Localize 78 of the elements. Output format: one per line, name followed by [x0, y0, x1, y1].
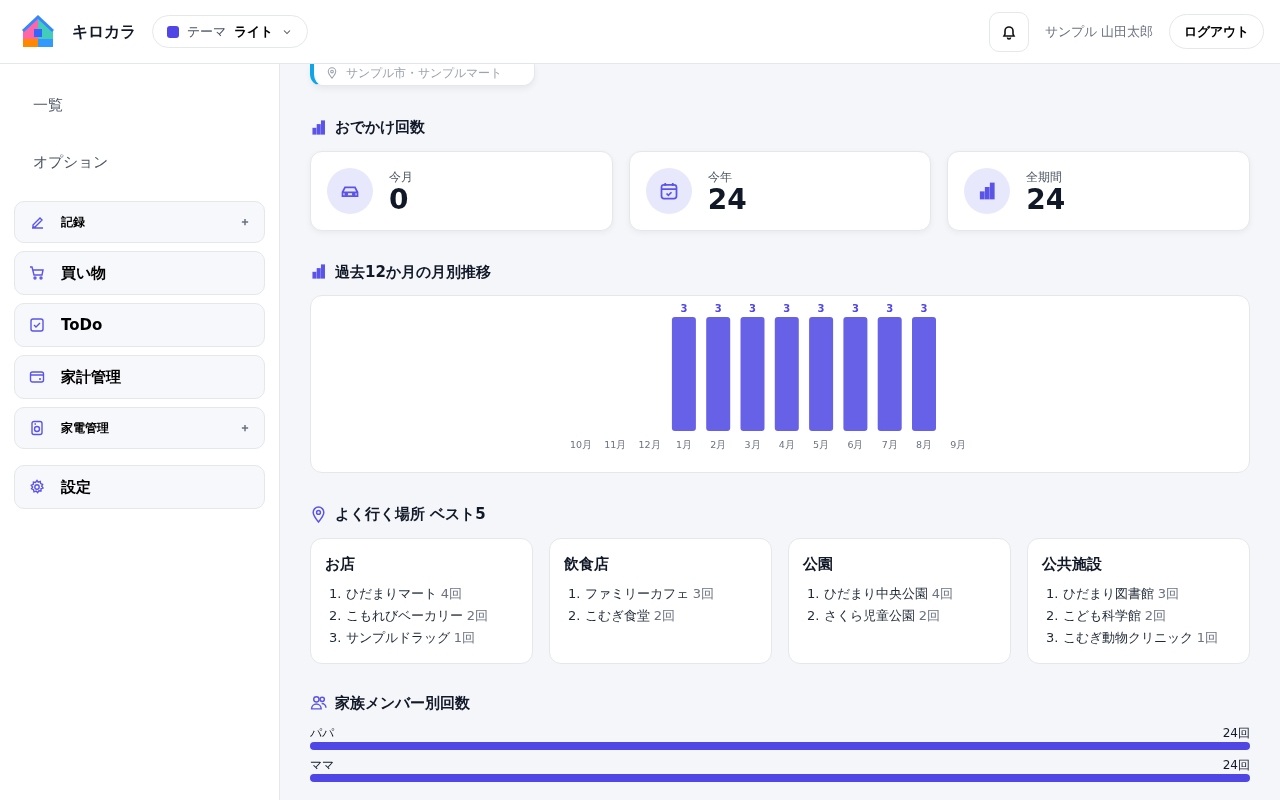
card-title: 公共施設: [1042, 553, 1103, 575]
place-entry: 1. ひだまり中央公園 4回: [807, 585, 954, 603]
bar-value-label: 3: [680, 303, 688, 314]
calendar-icon: [658, 180, 679, 201]
card-title: 飲食店: [564, 553, 610, 575]
bar-value-label: 3: [714, 303, 722, 314]
app-title: キロカラ: [72, 20, 136, 43]
place-entry: 3. こむぎ動物クリニック 1回: [1046, 629, 1219, 647]
nav-link[interactable]: 一覧: [14, 88, 82, 123]
location-pin-icon: [326, 66, 338, 79]
bar-chart-icon: [310, 263, 327, 281]
place-entry: 1. ひだまりマート 4回: [329, 585, 463, 603]
nav-link[interactable]: オプション: [14, 144, 127, 179]
axis-label: 7月: [881, 439, 898, 450]
section-title: 過去12か月の月別推移: [335, 261, 491, 283]
place-entry: 1. ひだまり図書館 3回: [1046, 585, 1180, 603]
place-entry: 2. こもれびベーカリー 2回: [329, 607, 489, 625]
member-count: 24回: [1222, 757, 1250, 774]
bar-value-label: 3: [817, 303, 825, 314]
place-entry: 2. さくら児童公園 2回: [807, 607, 941, 625]
logout-button[interactable]: ログアウト: [1169, 13, 1264, 50]
axis-label: 9月: [950, 439, 967, 450]
axis-label: 10月: [569, 439, 593, 450]
bar-value-label: 3: [886, 303, 894, 314]
member-count: 24回: [1222, 725, 1250, 742]
bar-value-label: 3: [749, 303, 756, 314]
axis-label: 11月: [604, 439, 627, 450]
sidebar-item[interactable]: 設定: [14, 465, 265, 509]
axis-label: 5月: [813, 439, 830, 450]
notification-button[interactable]: [988, 11, 1029, 52]
card-title: お店: [325, 553, 356, 575]
sidebar-item[interactable]: 家電管理: [14, 407, 265, 449]
sidebar-item[interactable]: ToDo: [14, 303, 265, 347]
bell-icon: [1000, 23, 1017, 40]
logo-icon: [20, 13, 56, 50]
stat-value: 24: [1026, 185, 1066, 214]
member-name: ママ: [310, 757, 334, 774]
stat-value: 24: [707, 185, 747, 214]
stat-label: 今年: [707, 168, 733, 186]
axis-label: 1月: [675, 439, 692, 450]
bar-value-label: 3: [920, 303, 928, 314]
axis-label: 8月: [916, 439, 932, 450]
axis-label: 12月: [638, 439, 661, 450]
axis-label: 2月: [710, 439, 727, 450]
section-title: おでかけ回数: [335, 117, 425, 138]
stat-label: 今月: [389, 168, 413, 186]
section-title: 家族メンバー別回数: [335, 692, 470, 714]
people-icon: [310, 694, 327, 712]
settings-icon: [29, 479, 45, 495]
section-title: よく行く場所 ベスト5: [335, 504, 486, 525]
sidebar-item[interactable]: 記録: [14, 201, 265, 243]
card-title: 公園: [803, 553, 834, 575]
sidebar-item[interactable]: 買い物: [14, 251, 265, 295]
place-entry: 2. こむぎ食堂 2回: [568, 607, 676, 625]
washing-machine-icon: [29, 420, 45, 436]
bar-chart-icon: [310, 118, 327, 136]
stat-label: 全期間: [1026, 168, 1064, 186]
bar-value-label: 3: [783, 303, 791, 314]
sidebar-item[interactable]: 家計管理: [14, 355, 265, 399]
user-name: サンプル 山田太郎: [1044, 22, 1153, 41]
location-text: サンプル市・サンプルマート: [346, 64, 502, 82]
place-entry: 3. サンプルドラッグ 1回: [329, 629, 476, 647]
theme-selector[interactable]: テーマ ライト: [152, 14, 308, 49]
cart-icon: [29, 265, 45, 281]
place-entry: 1. ファミリーカフェ 3回: [568, 585, 715, 603]
place-entry: 2. こども科学館 2回: [1046, 607, 1167, 625]
wallet-icon: [29, 369, 45, 385]
axis-label: 3月: [744, 439, 761, 450]
bar-chart-icon: [977, 180, 998, 201]
plus-icon: [240, 423, 250, 433]
axis-label: 4月: [778, 439, 795, 450]
location-pin-icon: [310, 505, 327, 523]
bar-value-label: 3: [851, 303, 859, 314]
plus-icon: [240, 217, 250, 227]
checkbox-icon: [29, 317, 45, 333]
axis-label: 6月: [847, 439, 864, 450]
stat-value: 0: [389, 185, 409, 214]
member-name: パパ: [310, 725, 334, 742]
